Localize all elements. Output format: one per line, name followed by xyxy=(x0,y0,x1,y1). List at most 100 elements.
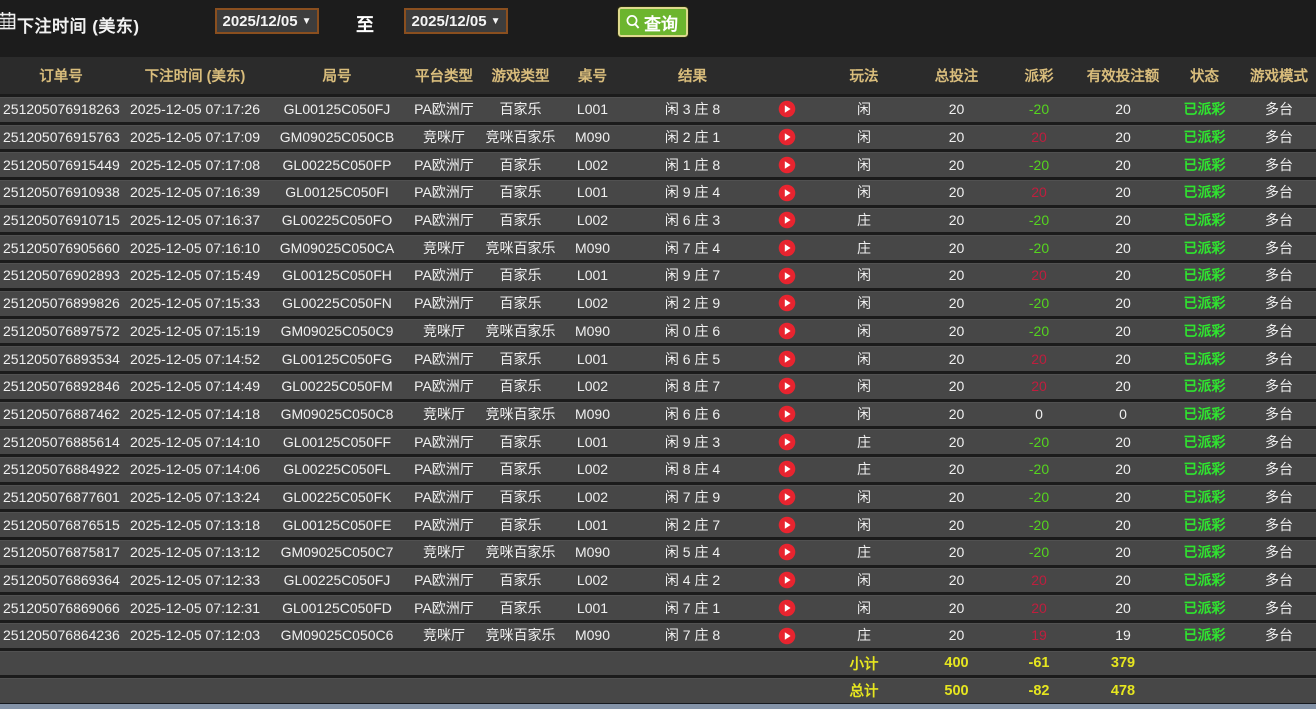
replay-video-icon[interactable] xyxy=(778,433,796,451)
replay-video-icon[interactable] xyxy=(778,571,796,589)
cell-valid: 20 xyxy=(1079,509,1167,539)
cell-round: GL00125C050FH xyxy=(268,260,406,290)
replay-video-icon[interactable] xyxy=(778,599,796,617)
cell-replay xyxy=(759,315,814,345)
total-row-bet: 500 xyxy=(914,675,999,704)
table-row: 251205076869364 2025-12-05 07:12:33 GL0022… xyxy=(0,564,1316,594)
column-header-table-no: 桌号 xyxy=(559,57,626,96)
total-row: 总计 500 -82 478 xyxy=(0,675,1316,704)
query-button-label: 查询 xyxy=(644,14,678,34)
replay-video-icon[interactable] xyxy=(778,156,796,174)
replay-video-icon[interactable] xyxy=(778,184,796,202)
cell-mode: 多台 xyxy=(1242,481,1316,511)
cell-platform: 竞咪厅 xyxy=(406,620,482,650)
replay-video-icon[interactable] xyxy=(778,128,796,146)
cell-status: 已派彩 xyxy=(1167,481,1242,511)
table-row: 251205076893534 2025-12-05 07:14:52 GL0012… xyxy=(0,343,1316,373)
cell-round: GL00125C050FJ xyxy=(268,94,406,124)
cell-valid: 20 xyxy=(1079,149,1167,179)
replay-video-icon[interactable] xyxy=(778,377,796,395)
cell-game: 百家乐 xyxy=(482,370,559,401)
cell-bet: 20 xyxy=(914,509,999,539)
cell-status: 已派彩 xyxy=(1167,94,1242,124)
cell-play: 闲 xyxy=(814,121,914,151)
calendar-icon xyxy=(0,11,16,35)
cell-result: 闲 9 庄 7 xyxy=(626,260,759,290)
cell-table-no: L001 xyxy=(559,426,626,456)
replay-video-icon[interactable] xyxy=(778,460,796,478)
cell-result: 闲 5 庄 4 xyxy=(626,537,759,567)
cell-status: 已派彩 xyxy=(1167,426,1242,456)
cell-order: 251205076918263 xyxy=(0,94,122,124)
replay-video-icon[interactable] xyxy=(778,488,796,506)
replay-video-icon[interactable] xyxy=(778,211,796,229)
betting-records-screen: 下注时间 (美东) 2025/12/05 ▼ 至 2025/12/05 ▼ 查询 xyxy=(0,0,1316,709)
cell-play: 庄 xyxy=(814,204,914,234)
replay-video-icon[interactable] xyxy=(778,100,796,118)
cell-order: 251205076893534 xyxy=(0,343,122,373)
cell-payout: 20 xyxy=(999,592,1079,622)
cell-time: 2025-12-05 07:12:03 xyxy=(122,620,268,650)
cell-play: 闲 xyxy=(814,343,914,373)
column-header-mode: 游戏模式 xyxy=(1242,57,1316,96)
replay-video-icon[interactable] xyxy=(778,543,796,561)
total-row-time xyxy=(122,675,268,704)
date-to-value: 2025/12/05 xyxy=(411,12,487,30)
cell-game: 百家乐 xyxy=(482,204,559,234)
cell-round: GM09025C050C8 xyxy=(268,398,406,428)
cell-game: 竞咪百家乐 xyxy=(482,537,559,567)
cell-valid: 19 xyxy=(1079,620,1167,650)
subtotal-row-status xyxy=(1167,647,1242,677)
cell-result: 闲 2 庄 7 xyxy=(626,509,759,539)
cell-payout: -20 xyxy=(999,315,1079,345)
bets-table: 订单号 下注时间 (美东) 局号 平台类型 游戏类型 桌号 结果 玩法 总投注 派彩 有效投注额 状态… xyxy=(0,57,1316,704)
cell-platform: PA欧洲厅 xyxy=(406,509,482,539)
cell-time: 2025-12-05 07:13:18 xyxy=(122,509,268,539)
cell-mode: 多台 xyxy=(1242,287,1316,317)
subtotal-row-mode xyxy=(1242,647,1316,677)
cell-mode: 多台 xyxy=(1242,260,1316,290)
cell-order: 251205076887462 xyxy=(0,398,122,428)
cell-table-no: L002 xyxy=(559,481,626,511)
cell-mode: 多台 xyxy=(1242,204,1316,234)
date-from-value: 2025/12/05 xyxy=(222,12,298,30)
total-row-payout: -82 xyxy=(999,675,1079,704)
cell-platform: 竞咪厅 xyxy=(406,232,482,262)
replay-video-icon[interactable] xyxy=(778,267,796,285)
cell-result: 闲 0 庄 6 xyxy=(626,315,759,345)
cell-bet: 20 xyxy=(914,537,999,567)
cell-payout: -20 xyxy=(999,287,1079,317)
replay-video-icon[interactable] xyxy=(778,239,796,257)
cell-payout: -20 xyxy=(999,94,1079,124)
replay-video-icon[interactable] xyxy=(778,294,796,312)
table-row: 251205076869066 2025-12-05 07:12:31 GL0012… xyxy=(0,592,1316,622)
replay-video-icon[interactable] xyxy=(778,516,796,534)
bottom-scrollbar-track[interactable] xyxy=(0,703,1316,709)
dropdown-arrow-icon: ▼ xyxy=(301,15,312,27)
replay-video-icon[interactable] xyxy=(778,350,796,368)
cell-time: 2025-12-05 07:16:10 xyxy=(122,232,268,262)
cell-time: 2025-12-05 07:14:06 xyxy=(122,453,268,484)
cell-status: 已派彩 xyxy=(1167,343,1242,373)
cell-time: 2025-12-05 07:17:26 xyxy=(122,94,268,124)
cell-status: 已派彩 xyxy=(1167,149,1242,179)
cell-result: 闲 7 庄 4 xyxy=(626,232,759,262)
table-row: 251205076918263 2025-12-05 07:17:26 GL0012… xyxy=(0,94,1316,124)
replay-video-icon[interactable] xyxy=(778,405,796,423)
cell-valid: 20 xyxy=(1079,481,1167,511)
cell-table-no: L002 xyxy=(559,370,626,401)
date-to-select[interactable]: 2025/12/05 ▼ xyxy=(404,8,508,34)
cell-platform: PA欧洲厅 xyxy=(406,343,482,373)
replay-video-icon[interactable] xyxy=(778,627,796,645)
date-from-select[interactable]: 2025/12/05 ▼ xyxy=(215,8,319,34)
cell-result: 闲 3 庄 8 xyxy=(626,94,759,124)
column-header-payout: 派彩 xyxy=(999,57,1079,96)
search-icon xyxy=(625,14,642,31)
cell-bet: 20 xyxy=(914,94,999,124)
query-button[interactable]: 查询 xyxy=(617,6,689,38)
table-row: 251205076899826 2025-12-05 07:15:33 GL0022… xyxy=(0,287,1316,317)
replay-video-icon[interactable] xyxy=(778,322,796,340)
subtotal-row-table-no xyxy=(559,647,626,677)
cell-replay xyxy=(759,509,814,539)
cell-time: 2025-12-05 07:16:37 xyxy=(122,204,268,234)
